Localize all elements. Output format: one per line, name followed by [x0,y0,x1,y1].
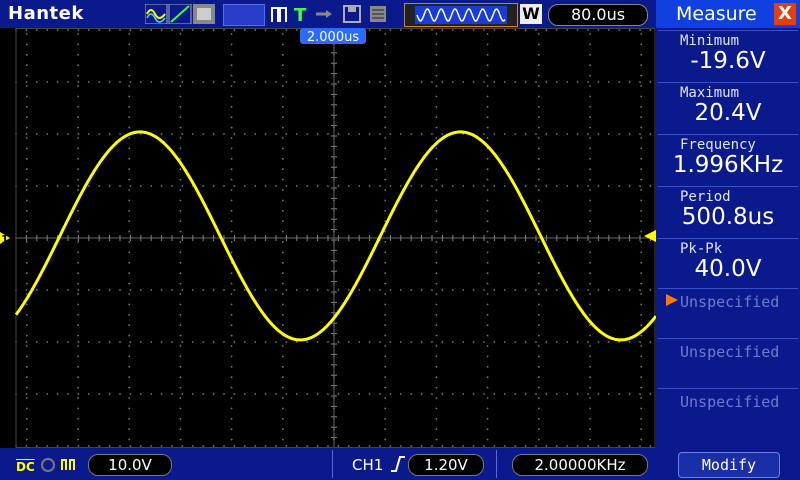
trigger-status-icons: T [271,5,386,24]
measure-slot-frequency[interactable]: Frequency 1.996KHz [658,134,798,185]
measure-unspecified-label: Unspecified [680,343,780,361]
measure-slot-unspecified-3[interactable]: Unspecified [658,388,798,439]
rising-edge-icon[interactable] [390,455,406,473]
ch1-ground-marker[interactable]: 1 [0,232,10,246]
measure-label: Frequency [680,137,756,153]
measure-unspecified-label: Unspecified [680,393,780,411]
trigger-position-marker[interactable]: 2.000us [300,28,366,45]
close-button[interactable]: X [774,3,796,25]
ch1-trace [14,130,658,342]
trigger-level-readout[interactable]: 1.20V [408,454,484,476]
selection-arrow-icon [666,294,678,306]
channel-marker-label: 1 [1,233,9,246]
brand-logo: Hantek [8,3,84,24]
window-mode-indicator[interactable]: W [520,4,542,24]
measure-unspecified-label: Unspecified [680,293,780,311]
measure-value: 500.8us [681,204,775,230]
frequency-counter-readout: 2.00000KHz [512,454,648,476]
measure-slot-maximum[interactable]: Maximum 20.4V [658,82,798,133]
divider [332,450,333,478]
svg-text:T: T [294,5,307,24]
top-status-bar: Hantek T W 80.0us [0,0,656,28]
volts-per-div-readout[interactable]: 10.0V [88,454,172,476]
run-stop-indicator[interactable] [223,4,265,26]
measure-slot-unspecified-1[interactable]: Unspecified [658,288,798,339]
measure-slot-unspecified-2[interactable]: Unspecified [658,338,798,389]
measure-value: -19.6V [690,48,766,74]
acquire-mode-icons[interactable] [145,4,221,24]
waveform-display: 2.000us 1 [0,28,658,449]
measure-slot-minimum[interactable]: Minimum -19.6V [658,30,798,81]
measure-panel: Measure X Minimum -19.6V Maximum 20.4V F… [656,0,800,480]
measure-value: 1.996KHz [672,152,784,178]
measure-label: Period [680,189,731,205]
measure-value: 20.4V [694,100,762,126]
trigger-source-label[interactable]: CH1 [352,456,383,474]
divider [496,450,497,478]
measure-label: Pk-Pk [680,241,723,257]
trigger-position-label: 2.000us [307,30,359,45]
memory-depth-bar [404,3,518,27]
bandwidth-limit-icon[interactable] [40,456,84,474]
graticule [15,28,656,449]
time-base-readout[interactable]: 80.0us [548,4,648,26]
measure-label: Maximum [680,85,740,101]
measure-value: 40.0V [694,256,762,282]
modify-button[interactable]: Modify [678,452,780,478]
measure-slot-period[interactable]: Period 500.8us [658,186,798,237]
coupling-indicator[interactable]: DC [16,460,35,474]
measure-label: Minimum [680,33,740,49]
measure-slot-pkpk[interactable]: Pk-Pk 40.0V [658,238,798,289]
bottom-status-bar: DC 10.0V CH1 1.20V 2.00000KHz [0,448,656,480]
